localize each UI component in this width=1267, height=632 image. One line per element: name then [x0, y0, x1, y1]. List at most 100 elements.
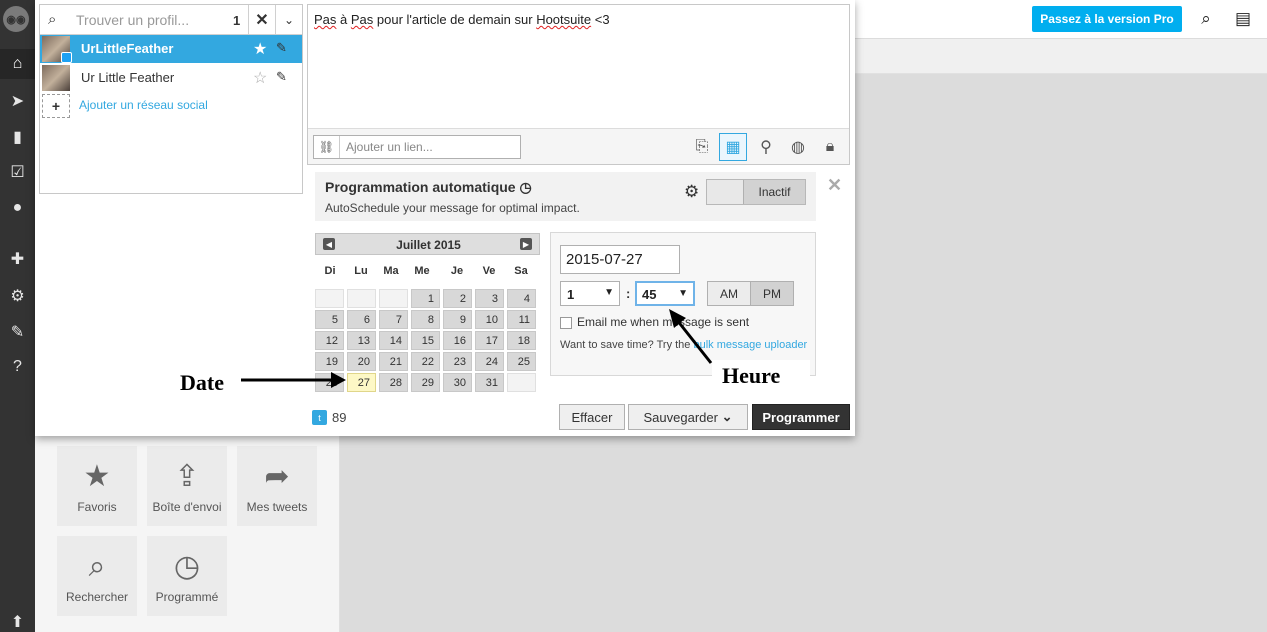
calendar-day[interactable]: 11 [507, 310, 536, 329]
schedule-button[interactable]: Programmer [752, 404, 850, 430]
bulk-uploader-link[interactable]: bulk message uploader [693, 339, 807, 351]
pm-button[interactable]: PM [750, 281, 794, 306]
tile-favorites[interactable]: ★ Favoris [57, 446, 137, 526]
calendar-day[interactable]: 19 [315, 352, 344, 371]
attachment-icon[interactable]: ⎘ [688, 133, 716, 161]
profile-picker: ⌕ 1 ✕ ⌄ UrLittleFeather ★ ✎ Ur Little Fe… [39, 4, 303, 194]
pin-icon[interactable]: ✎ [276, 69, 287, 85]
schedule-time-panel: 1 ▼ : 45 ▼ AM PM Email me when message i… [550, 232, 816, 376]
calendar-header: ◀ Juillet 2015 ▶ [315, 233, 540, 255]
twitter-icon: t [312, 410, 327, 425]
calendar-day[interactable]: 13 [347, 331, 376, 350]
calendar-day[interactable]: 7 [379, 310, 408, 329]
calendar-day[interactable]: 16 [443, 331, 472, 350]
calendar-day[interactable]: 25 [507, 352, 536, 371]
calendar-day[interactable]: 8 [411, 310, 440, 329]
message-editor[interactable]: Pas à Pas pour l'article de demain sur H… [307, 4, 850, 165]
calendar-day[interactable]: 30 [443, 373, 472, 392]
apps-icon[interactable]: ✚ [0, 244, 35, 274]
hour-value: 1 [567, 287, 575, 302]
add-network-row[interactable]: + Ajouter un réseau social [40, 92, 302, 120]
calendar-day[interactable]: 18 [507, 331, 536, 350]
email-notify-label: Email me when message is sent [577, 315, 750, 329]
tile-search[interactable]: ⌕ Rechercher [57, 536, 137, 616]
message-word: pour l'article de demain sur [373, 12, 537, 27]
autoschedule-toggle[interactable]: Inactif [706, 179, 806, 205]
calendar-weekday: Ve [482, 265, 496, 277]
notifications-icon[interactable]: ▤ [1232, 8, 1254, 30]
calendar-day[interactable]: 29 [411, 373, 440, 392]
profile-item[interactable]: Ur Little Feather ☆ ✎ [40, 64, 302, 92]
calendar-day[interactable]: 21 [379, 352, 408, 371]
send-icon[interactable]: ➤ [0, 86, 35, 116]
character-counter: t 89 [312, 410, 346, 425]
chevron-down-icon: ⌄ [283, 13, 295, 27]
message-text[interactable]: Pas à Pas pour l'article de demain sur H… [314, 12, 610, 27]
settings-icon[interactable]: ⚙ [0, 281, 35, 311]
tile-my-tweets[interactable]: ➦ Mes tweets [237, 446, 317, 526]
close-icon[interactable]: ✕ [827, 175, 842, 196]
calendar-day[interactable]: 31 [475, 373, 504, 392]
search-icon: ⌕ [48, 11, 57, 28]
next-month-icon[interactable]: ▶ [520, 238, 532, 250]
help-icon[interactable]: ? [0, 352, 35, 382]
message-word: <3 [591, 12, 610, 27]
calendar-day[interactable]: 26 [315, 373, 344, 392]
annotation-hour-label: Heure [722, 363, 781, 388]
pin-icon[interactable]: ✎ [276, 40, 287, 56]
save-draft-button[interactable]: Sauvegarder ⌄ [628, 404, 748, 430]
tools-icon[interactable]: ✎ [0, 317, 35, 347]
tile-scheduled[interactable]: ◷ Programmé [147, 536, 227, 616]
calendar-day[interactable]: 17 [475, 331, 504, 350]
minute-value: 45 [642, 287, 657, 302]
am-button[interactable]: AM [707, 281, 751, 306]
calendar-day[interactable]: 3 [475, 289, 504, 308]
hour-select[interactable]: 1 ▼ [560, 281, 620, 306]
calendar-day[interactable]: 6 [347, 310, 376, 329]
calendar-day-selected[interactable]: 27 [347, 373, 376, 392]
gear-icon[interactable]: ⚙ [684, 182, 699, 202]
lock-icon[interactable]: 🔒︎ [816, 133, 844, 161]
add-network-link[interactable]: Ajouter un réseau social [79, 98, 208, 112]
calendar-day[interactable]: 1 [411, 289, 440, 308]
profile-dropdown-button[interactable]: ⌄ [275, 5, 302, 35]
tile-outbox[interactable]: ⇪ Boîte d'envoi [147, 446, 227, 526]
autoschedule-title: Programmation automatique ◷ [325, 179, 532, 196]
contacts-icon[interactable]: ● [0, 193, 35, 223]
calendar-day[interactable]: 20 [347, 352, 376, 371]
calendar-day[interactable]: 23 [443, 352, 472, 371]
home-icon[interactable]: ⌂ [0, 49, 35, 79]
calendar-day[interactable]: 24 [475, 352, 504, 371]
calendar-day[interactable]: 14 [379, 331, 408, 350]
calendar-day[interactable]: 9 [443, 310, 472, 329]
calendar-icon[interactable]: ▦ [719, 133, 747, 161]
upgrade-pro-button[interactable]: Passez à la version Pro [1032, 6, 1182, 32]
minute-select[interactable]: 45 ▼ [635, 281, 695, 306]
email-notify-checkbox[interactable] [560, 317, 572, 329]
clear-selection-button[interactable]: ✕ [248, 5, 275, 35]
globe-icon[interactable]: ◍ [784, 133, 812, 161]
assignments-icon[interactable]: ☑ [0, 157, 35, 187]
owl-icon[interactable]: ◉◉ [3, 6, 29, 32]
toggle-state-label: Inactif [743, 180, 805, 204]
favorite-star-icon[interactable]: ☆ [253, 68, 267, 88]
profile-name: UrLittleFeather [81, 41, 174, 56]
clear-button[interactable]: Effacer [559, 404, 625, 430]
search-icon[interactable]: ⌕ [1195, 8, 1217, 30]
schedule-date-input[interactable] [560, 245, 680, 274]
analytics-icon[interactable]: ▮ [0, 122, 35, 152]
calendar-day[interactable]: 4 [507, 289, 536, 308]
link-input[interactable] [346, 138, 518, 156]
calendar-day[interactable]: 22 [411, 352, 440, 371]
profile-search-input[interactable] [76, 9, 224, 31]
upload-icon[interactable]: ⬆ [0, 612, 35, 632]
calendar-day[interactable]: 12 [315, 331, 344, 350]
calendar-day[interactable]: 10 [475, 310, 504, 329]
calendar-day[interactable]: 5 [315, 310, 344, 329]
calendar-day[interactable]: 15 [411, 331, 440, 350]
calendar-day[interactable]: 28 [379, 373, 408, 392]
profile-item-selected[interactable]: UrLittleFeather ★ ✎ [40, 35, 302, 63]
favorite-star-icon[interactable]: ★ [253, 39, 267, 59]
calendar-day[interactable]: 2 [443, 289, 472, 308]
location-icon[interactable]: ⚲ [752, 133, 780, 161]
